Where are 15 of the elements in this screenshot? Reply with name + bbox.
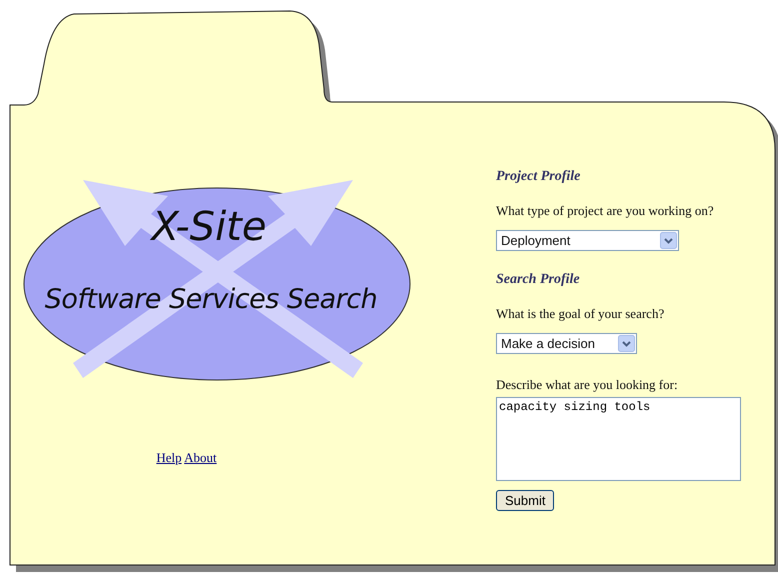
submit-button[interactable]: Submit bbox=[496, 490, 554, 511]
description-label: Describe what are you looking for: bbox=[496, 377, 678, 393]
question-label: What type of project are you working on? bbox=[496, 203, 714, 219]
dropdown[interactable]: Make a decision bbox=[496, 333, 637, 354]
nav-link[interactable]: Help bbox=[156, 450, 182, 465]
caret-icon bbox=[618, 335, 635, 352]
caret-icon bbox=[660, 232, 677, 249]
nav-link[interactable]: About bbox=[184, 450, 217, 465]
question-label: What is the goal of your search? bbox=[496, 306, 664, 322]
section-heading: Project Profile bbox=[496, 169, 580, 185]
logo-title: X-Site bbox=[152, 204, 266, 250]
description-field[interactable]: capacity sizing tools bbox=[496, 397, 741, 481]
dropdown[interactable]: Deployment bbox=[496, 230, 679, 251]
section-heading: Search Profile bbox=[496, 272, 580, 288]
logo-subtitle: Software Services Search bbox=[44, 284, 378, 315]
